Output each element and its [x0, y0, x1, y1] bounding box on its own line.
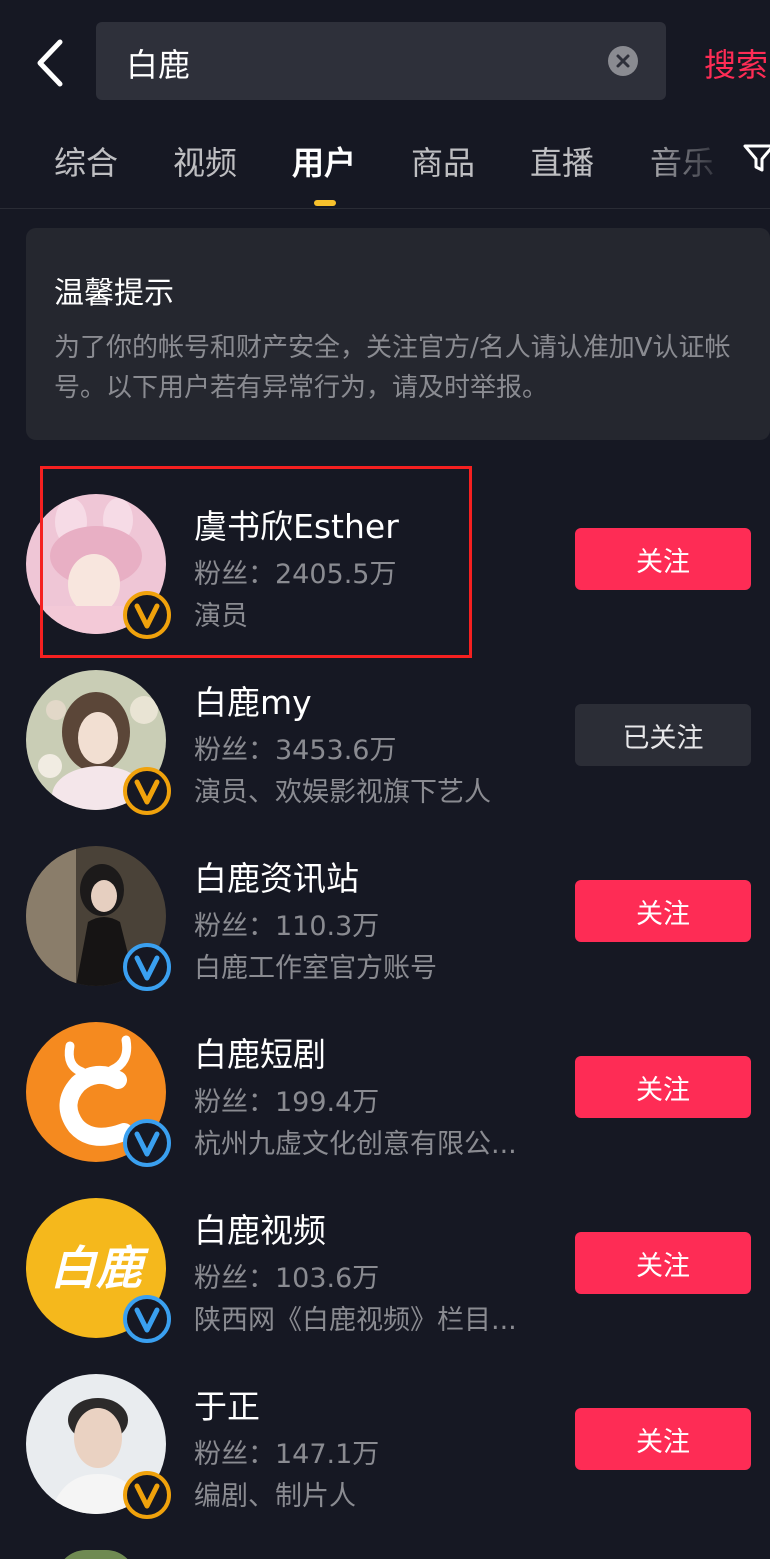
user-name: 于正 — [194, 1387, 260, 1426]
tabs-fade-overlay — [640, 132, 750, 202]
search-button[interactable]: 搜索 — [704, 40, 768, 86]
filter-icon — [743, 144, 770, 172]
search-input[interactable]: 白鹿 — [96, 22, 666, 100]
search-results-page: 白鹿 搜索 综合 视频 用户 商品 直播 音乐 温馨提示 为了你的帐号和财产安全… — [0, 0, 770, 1559]
svg-text:白鹿: 白鹿 — [50, 1241, 149, 1295]
user-row[interactable]: 白鹿短剧 粉丝：199.4万 杭州九虚文化创意有限公... 关注 — [0, 1022, 770, 1198]
clear-search-button[interactable] — [608, 46, 638, 76]
next-avatar-peek — [56, 1550, 136, 1559]
tab-videos[interactable]: 视频 — [173, 138, 237, 184]
user-fans-count: 粉丝：147.1万 — [194, 1439, 380, 1470]
verified-v-icon — [122, 766, 172, 816]
search-query-text: 白鹿 — [126, 46, 191, 84]
highlight-annotation-box — [40, 466, 472, 658]
user-fans-count: 粉丝：3453.6万 — [194, 735, 397, 766]
close-icon — [616, 54, 630, 68]
filter-button[interactable] — [742, 142, 770, 174]
user-fans-count: 粉丝：199.4万 — [194, 1087, 380, 1118]
user-fans-count: 粉丝：110.3万 — [194, 911, 380, 942]
user-description: 陕西网《白鹿视频》栏目... — [194, 1305, 517, 1336]
tab-comprehensive[interactable]: 综合 — [54, 138, 118, 184]
user-name: 白鹿短剧 — [194, 1035, 326, 1074]
user-name: 白鹿资讯站 — [194, 859, 359, 898]
follow-button[interactable]: 关注 — [575, 528, 751, 590]
follow-button[interactable]: 关注 — [575, 880, 751, 942]
verified-v-icon — [122, 942, 172, 992]
tab-products[interactable]: 商品 — [411, 138, 475, 184]
user-row[interactable]: 白鹿my 粉丝：3453.6万 演员、欢娱影视旗下艺人 已关注 — [0, 670, 770, 846]
user-name: 白鹿my — [194, 683, 312, 722]
follow-button[interactable]: 关注 — [575, 1232, 751, 1294]
user-name: 白鹿视频 — [194, 1211, 326, 1250]
user-fans-count: 粉丝：103.6万 — [194, 1263, 380, 1294]
verified-v-icon — [122, 1294, 172, 1344]
follow-button[interactable]: 关注 — [575, 1056, 751, 1118]
user-row[interactable]: 白鹿 白鹿视频 粉丝：103.6万 陕西网《白鹿视频》栏目... 关注 — [0, 1198, 770, 1374]
notice-body: 为了你的帐号和财产安全，关注官方/名人请认准加V认证帐号。以下用户若有异常行为，… — [54, 333, 731, 403]
back-button[interactable] — [28, 38, 72, 88]
notice-title: 温馨提示 — [54, 276, 174, 311]
verified-v-icon — [122, 1118, 172, 1168]
user-description: 编剧、制片人 — [194, 1481, 356, 1512]
tab-users[interactable]: 用户 — [292, 138, 356, 184]
following-button[interactable]: 已关注 — [575, 704, 751, 766]
result-tabs: 综合 视频 用户 商品 直播 音乐 — [0, 132, 770, 209]
user-row[interactable]: 于正 粉丝：147.1万 编剧、制片人 关注 — [0, 1374, 770, 1550]
chevron-left-icon — [37, 39, 63, 87]
safety-notice: 温馨提示 为了你的帐号和财产安全，关注官方/名人请认准加V认证帐号。以下用户若有… — [26, 228, 770, 440]
user-description: 白鹿工作室官方账号 — [194, 953, 437, 984]
tab-live[interactable]: 直播 — [530, 138, 594, 184]
user-description: 杭州九虚文化创意有限公... — [194, 1129, 517, 1160]
user-description: 演员、欢娱影视旗下艺人 — [194, 777, 491, 808]
user-row[interactable]: 白鹿资讯站 粉丝：110.3万 白鹿工作室官方账号 关注 — [0, 846, 770, 1022]
active-tab-indicator — [314, 200, 336, 206]
verified-v-icon — [122, 1470, 172, 1520]
follow-button[interactable]: 关注 — [575, 1408, 751, 1470]
